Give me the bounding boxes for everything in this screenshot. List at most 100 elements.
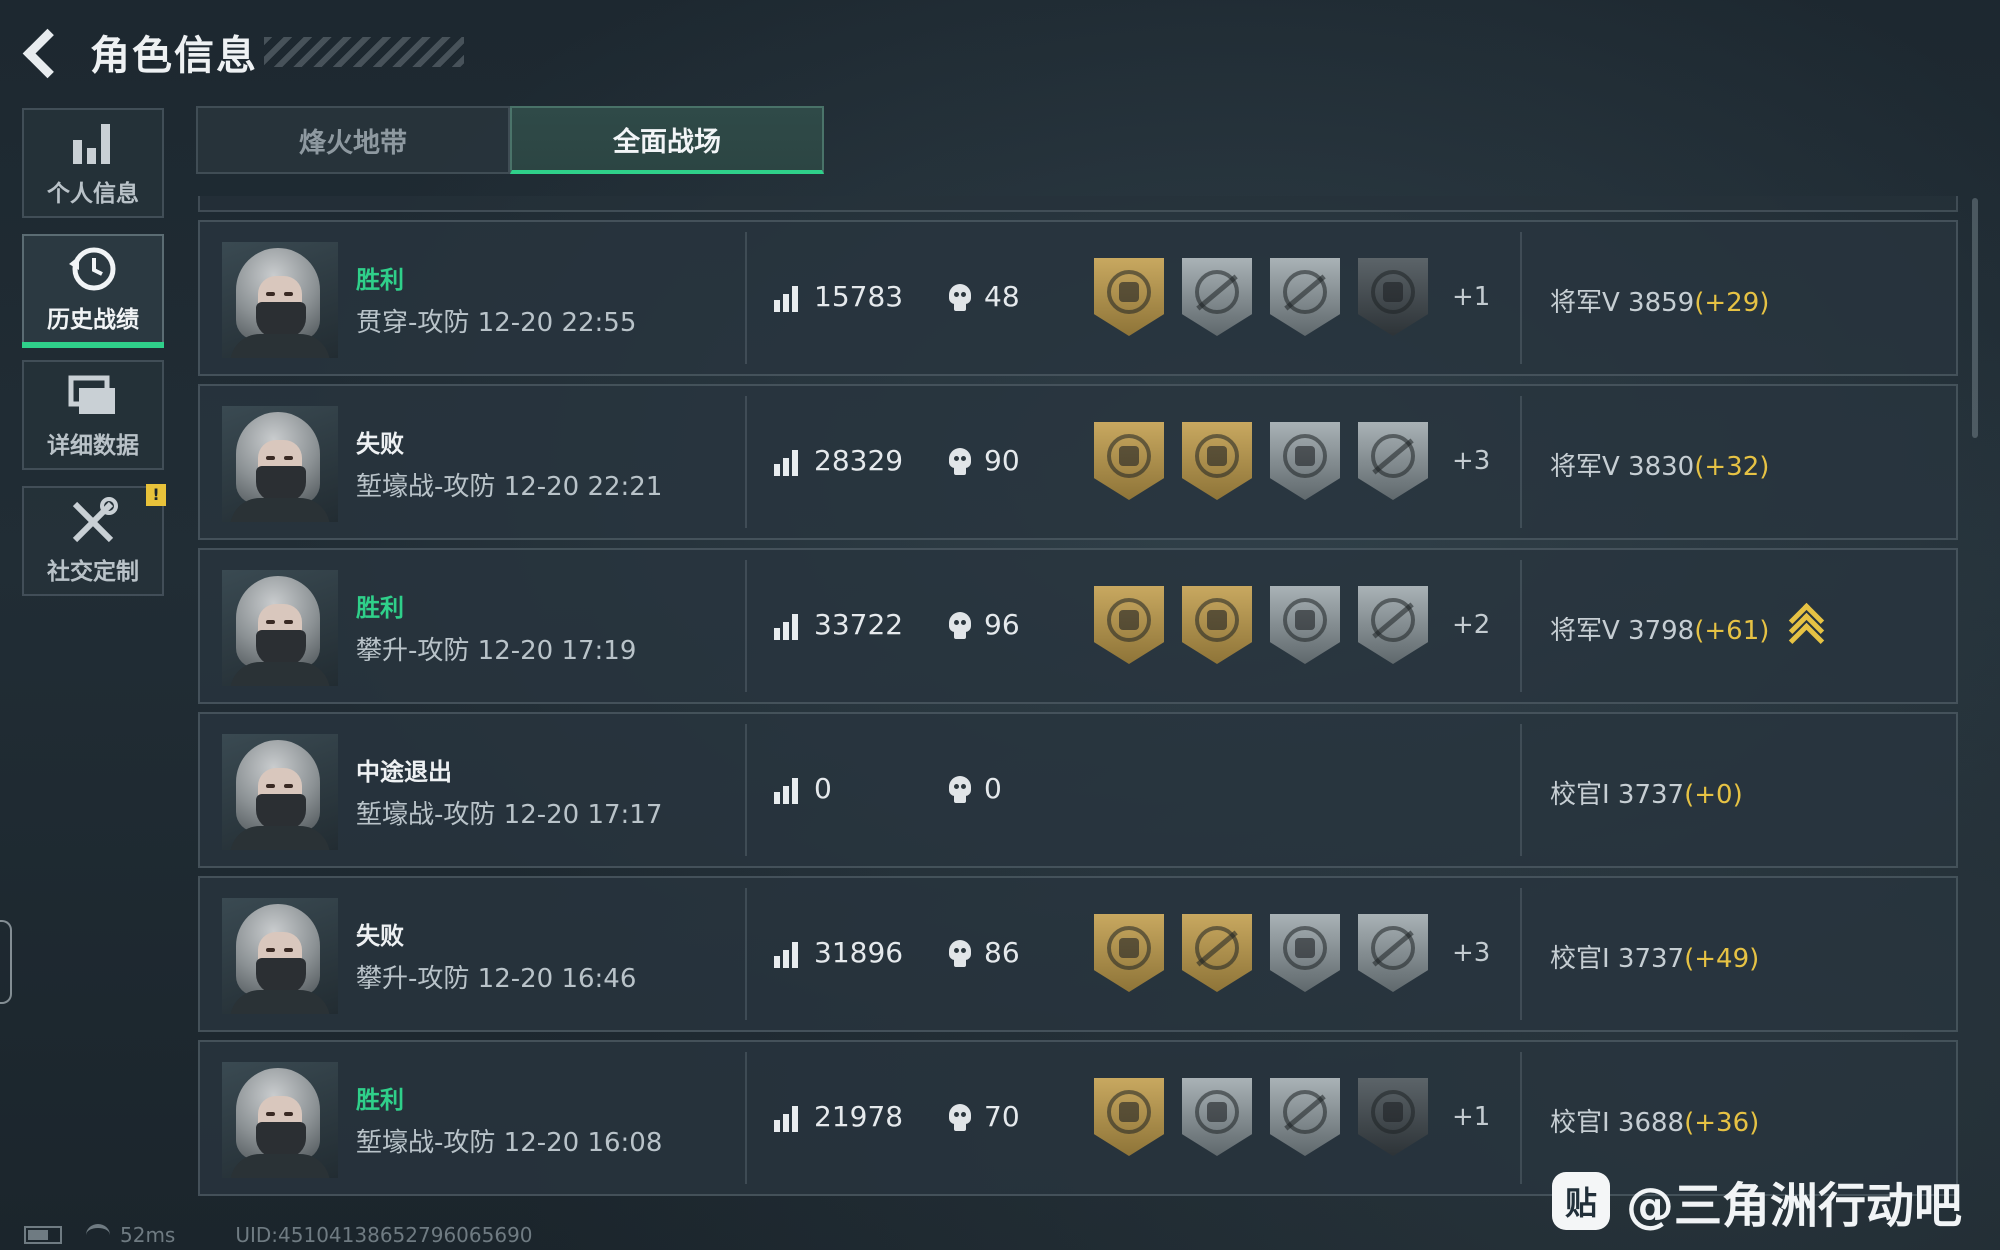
wifi-icon	[86, 1224, 110, 1246]
sidebar-item-detailed-data[interactable]: 详细数据	[22, 360, 164, 470]
notification-badge: !	[146, 484, 166, 506]
match-mode-time: 贯穿-攻防 12-20 22:55	[356, 308, 637, 338]
uid-text: UID:451041386527960656​90	[235, 1223, 533, 1247]
score-icon	[774, 1106, 800, 1132]
medal-list: +3	[1094, 422, 1490, 500]
avatar	[222, 1062, 338, 1178]
ping-value: 52ms	[120, 1223, 176, 1247]
skull-icon	[946, 774, 974, 808]
dark-medal-icon[interactable]	[1358, 1078, 1428, 1156]
rank-info: 校官Ⅰ 3737(+0)	[1550, 774, 1743, 811]
avatar	[222, 898, 338, 1014]
dark-medal-icon[interactable]	[1358, 258, 1428, 336]
silver-medal-icon[interactable]	[1270, 586, 1340, 664]
gold-medal-icon[interactable]	[1094, 422, 1164, 500]
kills-value: 48	[984, 280, 1020, 313]
extra-medals-count: +2	[1452, 610, 1491, 640]
score-icon	[774, 942, 800, 968]
match-row[interactable]: 胜利 攀升-攻防 12-20 17:19 33722 96 +2 将军V 379…	[198, 548, 1958, 704]
match-result: 胜利	[356, 594, 404, 622]
match-mode-time: 堑壕战-攻防 12-20 22:21	[356, 472, 663, 502]
rank-label: 将军V 3830	[1550, 452, 1695, 482]
kills-value: 70	[984, 1100, 1020, 1133]
rank-up-chevron-icon	[1788, 602, 1825, 659]
match-row[interactable]: 失败 堑壕战-攻防 12-20 22:21 28329 90 +3 将军V 38…	[198, 384, 1958, 540]
rank-delta: (+0)	[1684, 780, 1743, 810]
match-result: 失败	[356, 922, 404, 950]
extra-medals-count: +3	[1452, 938, 1491, 968]
gold-medal-icon[interactable]	[1094, 1078, 1164, 1156]
mode-tabs: 烽火地带 全面战场	[196, 106, 824, 174]
header-decoration	[264, 37, 464, 67]
score-icon	[774, 286, 800, 312]
match-mode-time: 攀升-攻防 12-20 17:19	[356, 636, 637, 666]
status-bar: 52ms UID:451041386527960656​90	[24, 1220, 533, 1250]
match-row[interactable]: 胜利 贯穿-攻防 12-20 22:55 15783 48 +1 将军V 385…	[198, 220, 1958, 376]
match-history-list: 胜利 贯穿-攻防 12-20 22:55 15783 48 +1 将军V 385…	[198, 196, 1958, 1204]
gold-medal-icon[interactable]	[1094, 914, 1164, 992]
match-row[interactable]: 失败 攀升-攻防 12-20 16:46 31896 86 +3 校官Ⅰ 373…	[198, 876, 1958, 1032]
sidebar-item-personal-info[interactable]: 个人信息	[22, 108, 164, 218]
extra-medals-count: +1	[1452, 282, 1491, 312]
bar-chart-icon	[65, 118, 121, 168]
battery-icon	[24, 1226, 62, 1244]
sidebar-item-social-custom[interactable]: ! 社交定制	[22, 484, 166, 596]
silver-medal-icon[interactable]	[1270, 1078, 1340, 1156]
skull-icon	[946, 610, 974, 644]
gold-medal-icon[interactable]	[1182, 422, 1252, 500]
side-handle[interactable]	[0, 920, 12, 1004]
list-scrollbar[interactable]	[1972, 198, 1978, 438]
folder-icon	[65, 370, 121, 420]
silver-medal-icon[interactable]	[1270, 914, 1340, 992]
list-scroll-edge	[198, 196, 1958, 212]
silver-medal-icon[interactable]	[1358, 422, 1428, 500]
score-icon	[774, 614, 800, 640]
watermark: 贴 @三角洲行动吧	[1551, 1166, 1962, 1236]
gold-medal-icon[interactable]	[1094, 586, 1164, 664]
sidebar-item-history[interactable]: 历史战绩	[22, 234, 164, 348]
rank-delta: (+32)	[1694, 452, 1770, 482]
rank-info: 将军V 3798(+61)	[1550, 610, 1769, 647]
back-arrow-icon[interactable]	[20, 28, 68, 76]
avatar	[222, 242, 338, 358]
rank-label: 校官Ⅰ 3737	[1550, 944, 1685, 974]
rank-label: 将军V 3798	[1550, 616, 1695, 646]
silver-medal-icon[interactable]	[1358, 914, 1428, 992]
sidebar-item-label: 详细数据	[47, 433, 139, 459]
rank-label: 将军V 3859	[1550, 288, 1695, 318]
tab-warzone[interactable]: 烽火地带	[196, 106, 510, 174]
gold-medal-icon[interactable]	[1182, 586, 1252, 664]
score-value: 21978	[814, 1100, 904, 1133]
rank-info: 校官Ⅰ 3737(+49)	[1550, 938, 1759, 975]
tab-battlefield[interactable]: 全面战场	[510, 106, 824, 174]
avatar	[222, 734, 338, 850]
medal-list: +2	[1094, 586, 1490, 664]
silver-medal-icon[interactable]	[1182, 1078, 1252, 1156]
kills-value: 86	[984, 936, 1020, 969]
silver-medal-icon[interactable]	[1182, 258, 1252, 336]
match-mode-time: 堑壕战-攻防 12-20 16:08	[356, 1128, 663, 1158]
skull-icon	[946, 446, 974, 480]
rank-info: 校官Ⅰ 3688(+36)	[1550, 1102, 1759, 1139]
extra-medals-count: +1	[1452, 1102, 1491, 1132]
gold-medal-icon[interactable]	[1094, 258, 1164, 336]
score-value: 33722	[814, 608, 904, 641]
match-result: 中途退出	[356, 758, 452, 786]
medal-list: +3	[1094, 914, 1490, 992]
rank-delta: (+36)	[1684, 1108, 1760, 1138]
watermark-text: @三角洲行动吧	[1625, 1178, 1962, 1234]
gold-medal-icon[interactable]	[1182, 914, 1252, 992]
medal-list: +1	[1094, 258, 1490, 336]
silver-medal-icon[interactable]	[1270, 422, 1340, 500]
match-row[interactable]: 中途退出 堑壕战-攻防 12-20 17:17 0 0 校官Ⅰ 3737(+0)	[198, 712, 1958, 868]
sidebar-item-label: 历史战绩	[47, 307, 139, 333]
rank-label: 校官Ⅰ 3688	[1550, 1108, 1685, 1138]
score-icon	[774, 450, 800, 476]
rank-label: 校官Ⅰ 3737	[1550, 780, 1685, 810]
silver-medal-icon[interactable]	[1270, 258, 1340, 336]
extra-medals-count: +3	[1452, 446, 1491, 476]
silver-medal-icon[interactable]	[1358, 586, 1428, 664]
page-title: 角色信息	[90, 33, 258, 79]
sidebar: 个人信息 历史战绩 详细数据 ! 社交定制	[22, 108, 166, 612]
match-result: 失败	[356, 430, 404, 458]
